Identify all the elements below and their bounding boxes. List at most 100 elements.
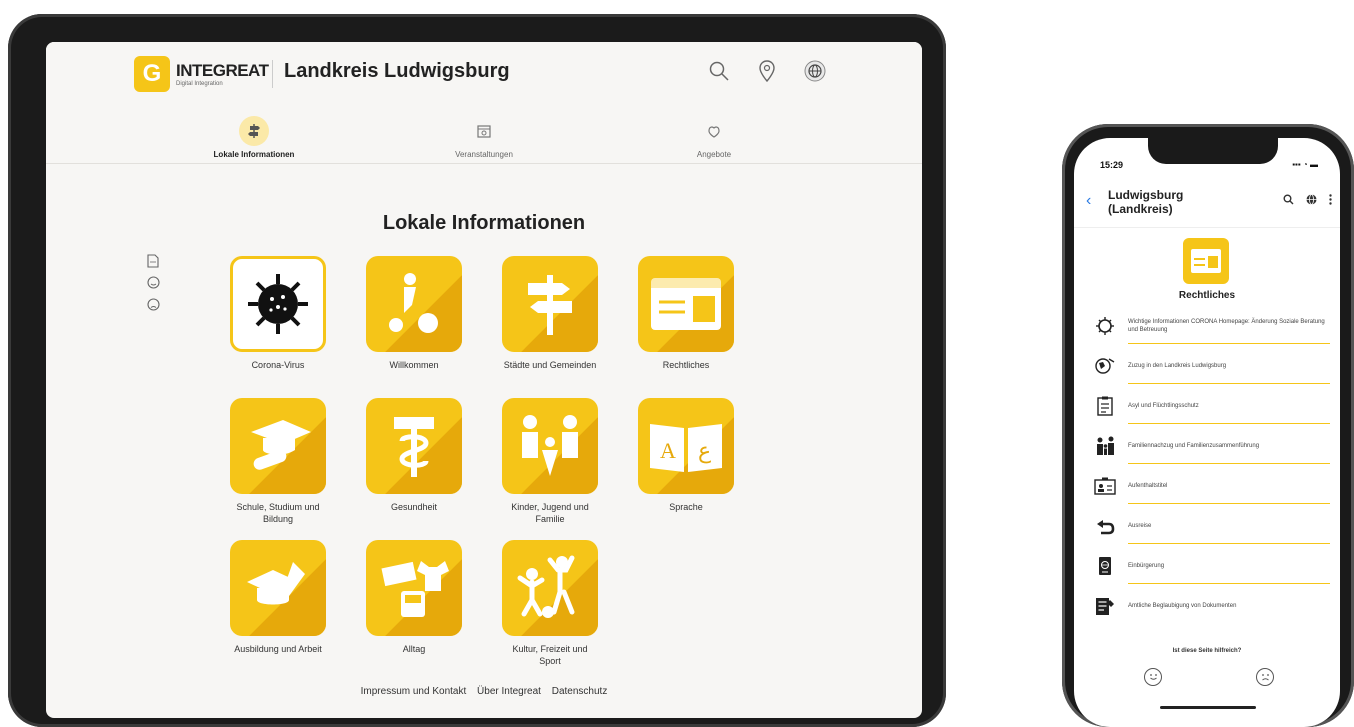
phone-screen: 15:29 ▪▪▪ ◔ ▬ ‹ Ludwigsburg (Landkreis) … [1074, 138, 1340, 727]
tab-lokale-informationen[interactable]: Lokale Informationen [174, 116, 334, 159]
tile-label: Gesundheit [390, 502, 438, 512]
tile-staedte-und-gemeinden[interactable]: Städte und Gemeinden [502, 256, 598, 371]
header-divider [272, 60, 273, 88]
tile-corona-virus[interactable]: Corona-Virus [230, 256, 326, 371]
tile-label: Sprache [669, 502, 703, 512]
tab-label: Lokale Informationen [213, 150, 295, 159]
phone-device: 15:29 ▪▪▪ ◔ ▬ ‹ Ludwigsburg (Landkreis) … [1062, 124, 1354, 727]
list-item-label: Amtliche Beglaubigung von Dokumenten [1128, 603, 1237, 609]
tile-schule-studium-bildung[interactable]: Schule, Studium und Bildung [230, 398, 326, 525]
virus-icon [230, 256, 326, 352]
list-item-label: Asyl und Flüchtlingsschutz [1128, 403, 1199, 409]
svg-text:A: A [660, 438, 676, 463]
language-globe-icon[interactable] [802, 58, 828, 84]
about-link[interactable]: Über Integreat [477, 686, 541, 697]
language-icon[interactable] [1306, 194, 1317, 205]
document-icon [1094, 395, 1116, 417]
list-item-label: Einbürgerung [1128, 563, 1165, 569]
row-divider [1128, 503, 1330, 504]
search-icon[interactable] [706, 58, 732, 84]
sad-face-icon[interactable] [146, 298, 160, 312]
privacy-link[interactable]: Datenschutz [552, 686, 608, 697]
tile-label: Schule, Studium und Bildung [236, 502, 320, 524]
list-item[interactable]: Amtliche Beglaubigung von Dokumenten [1094, 586, 1330, 626]
page-title: Lokale Informationen [382, 212, 586, 234]
list-item-label: Wichtige Informationen CORONA Homepage: … [1128, 319, 1325, 333]
tablet-nav: Lokale Informationen Veranstaltungen Ang… [46, 112, 922, 164]
list-item[interactable]: Zuzug in den Landkreis Ludwigsburg [1094, 346, 1330, 386]
list-item-label: Zuzug in den Landkreis Ludwigsburg [1128, 363, 1227, 369]
row-divider [1128, 343, 1330, 344]
status-time: 15:29 [1100, 160, 1124, 170]
tile-label: Städte und Gemeinden [503, 360, 597, 370]
happy-face-icon[interactable] [1144, 668, 1162, 686]
phone-title: Ludwigsburg (Landkreis) [1108, 188, 1228, 216]
tile-gesundheit[interactable]: Gesundheit [366, 398, 462, 513]
back-icon[interactable]: ‹ [1086, 192, 1091, 210]
list-item[interactable]: Ausreise [1094, 506, 1330, 546]
offers-icon [699, 116, 729, 146]
tile-willkommen[interactable]: Willkommen [366, 256, 462, 371]
passport-icon [1094, 555, 1116, 577]
welcome-icon [366, 256, 462, 352]
tile-alltag[interactable]: Alltag [366, 540, 462, 655]
list-item[interactable]: Aufenthaltstitel [1094, 466, 1330, 506]
phone-title-line2: (Landkreis) [1108, 202, 1173, 216]
tab-label: Veranstaltungen [455, 150, 513, 159]
family-icon [1094, 435, 1116, 457]
row-divider [1128, 383, 1330, 384]
calendar-icon [469, 116, 499, 146]
sad-face-icon[interactable] [1256, 668, 1274, 686]
region-title: Landkreis Ludwigsburg [284, 60, 510, 82]
logo-text: INTEGREAT Digital Integration [176, 61, 269, 87]
imprint-link[interactable]: Impressum und Kontakt [361, 686, 467, 697]
phone-notch [1148, 138, 1278, 164]
virus-icon [1094, 315, 1116, 337]
list-item[interactable]: Asyl und Flüchtlingsschutz [1094, 386, 1330, 426]
health-icon [366, 398, 462, 494]
tile-label: Corona-Virus [251, 360, 305, 370]
search-icon[interactable] [1283, 194, 1294, 205]
signpost-icon [502, 256, 598, 352]
tile-sprache[interactable]: Aع Sprache [638, 398, 734, 513]
footer-links: Impressum und Kontakt Über Integreat Dat… [46, 686, 922, 697]
list-item[interactable]: Familiennachzug und Familienzusammenführ… [1094, 426, 1330, 466]
phone-header: ‹ Ludwigsburg (Landkreis) [1074, 182, 1340, 228]
integreat-logo[interactable]: G INTEGREAT Digital Integration [134, 56, 269, 92]
tile-kinder-jugend-familie[interactable]: Kinder, Jugend und Familie [502, 398, 598, 525]
tile-kultur-freizeit-sport[interactable]: Kultur, Freizeit und Sport [502, 540, 598, 667]
tab-veranstaltungen[interactable]: Veranstaltungen [404, 116, 564, 159]
sport-icon [502, 540, 598, 636]
id-card-icon [638, 256, 734, 352]
feedback-buttons [1144, 668, 1274, 686]
list-item[interactable]: Einbürgerung [1094, 546, 1330, 586]
tile-ausbildung-und-arbeit[interactable]: Ausbildung und Arbeit [230, 540, 326, 655]
pdf-icon[interactable] [146, 254, 160, 268]
home-indicator[interactable] [1160, 706, 1256, 709]
row-divider [1128, 583, 1330, 584]
tile-label: Rechtliches [662, 360, 710, 370]
tile-label: Kinder, Jugend und Familie [511, 502, 589, 524]
row-divider [1128, 543, 1330, 544]
happy-face-icon[interactable] [146, 276, 160, 290]
category-title: Rechtliches [1178, 290, 1236, 301]
phone-title-line1: Ludwigsburg [1108, 188, 1184, 202]
more-icon[interactable] [1329, 194, 1332, 205]
tab-angebote[interactable]: Angebote [634, 116, 794, 159]
logo-sub: Digital Integration [176, 81, 223, 87]
list-item-label: Aufenthaltstitel [1128, 483, 1168, 489]
svg-text:ع: ع [698, 438, 711, 464]
row-divider [1128, 423, 1330, 424]
list-item-label: Familiennachzug und Familienzusammenführ… [1128, 443, 1260, 449]
graduation-icon [230, 398, 326, 494]
training-icon [230, 540, 326, 636]
tablet-header: G INTEGREAT Digital Integration Landkrei… [46, 42, 922, 112]
family-icon [502, 398, 598, 494]
signpost-icon [239, 116, 269, 146]
tile-rechtliches[interactable]: Rechtliches [638, 256, 734, 371]
stage: G INTEGREAT Digital Integration Landkrei… [0, 0, 1354, 727]
tile-label: Willkommen [389, 360, 439, 370]
list-item[interactable]: Wichtige Informationen CORONA Homepage: … [1094, 306, 1330, 346]
feedback-question: Ist diese Seite hilfreich? [1172, 648, 1242, 654]
location-pin-icon[interactable] [754, 58, 780, 84]
